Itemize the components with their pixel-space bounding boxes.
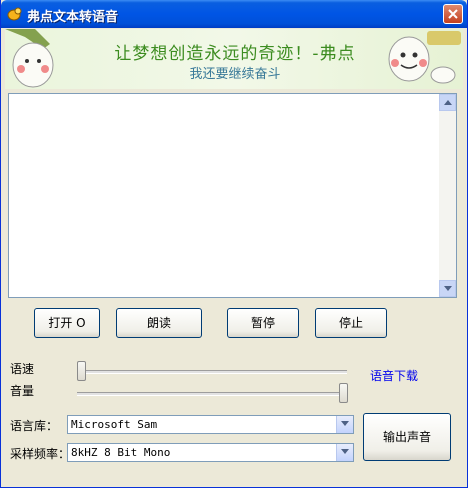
sample-rate-select[interactable]: 8kHZ 8 Bit Mono	[67, 443, 354, 462]
speed-slider-track[interactable]	[77, 370, 347, 374]
voice-library-label: 语言库：	[10, 419, 59, 433]
volume-slider-track[interactable]	[77, 392, 347, 396]
sample-rate-dropdown-button[interactable]	[336, 444, 353, 461]
close-icon	[448, 9, 458, 19]
sample-rate-label: 采样频率：	[10, 447, 71, 461]
voice-select-dropdown-button[interactable]	[336, 416, 353, 433]
title-bar[interactable]: 弗点文本转语音	[1, 0, 467, 28]
banner-slogan: 让梦想创造永远的奇迹！-弗点	[114, 44, 356, 64]
banner-image: 让梦想创造永远的奇迹！-弗点 我还要继续奋斗	[5, 29, 463, 89]
window-title: 弗点文本转语音	[27, 10, 119, 25]
read-button[interactable]: 朗读	[116, 308, 202, 338]
scroll-down-button[interactable]	[439, 280, 456, 297]
text-input[interactable]	[9, 94, 439, 297]
banner-subtitle: 我还要继续奋斗	[189, 67, 281, 82]
pause-button[interactable]: 暂停	[227, 308, 299, 338]
close-button[interactable]	[443, 4, 463, 24]
voice-select[interactable]: Microsoft Sam	[67, 415, 354, 434]
volume-label: 音量	[10, 384, 35, 398]
vertical-scrollbar[interactable]	[439, 94, 456, 297]
sample-rate-value: 8kHZ 8 Bit Mono	[71, 446, 171, 459]
arrow-up-icon	[444, 100, 452, 105]
open-button[interactable]: 打开 O	[34, 308, 100, 338]
output-sound-button[interactable]: 输出声音	[363, 413, 451, 461]
text-editor	[8, 93, 457, 298]
cartoon-right-icon	[388, 31, 461, 84]
chevron-down-icon	[341, 449, 349, 454]
stop-button[interactable]: 停止	[315, 308, 387, 338]
voice-select-value: Microsoft Sam	[71, 418, 158, 431]
speed-slider-thumb[interactable]	[77, 361, 86, 381]
scroll-up-button[interactable]	[439, 94, 456, 111]
chevron-down-icon	[341, 421, 349, 426]
cartoon-left-icon	[5, 29, 54, 88]
voice-download-link[interactable]: 语音下载	[370, 367, 418, 384]
app-window: 弗点文本转语音 让梦想创造永远的奇迹！-弗点 我还要继续奋斗 打开 O 朗读 暂…	[0, 0, 468, 488]
volume-slider-thumb[interactable]	[339, 383, 348, 403]
speed-label: 语速	[10, 362, 35, 376]
app-icon	[7, 7, 22, 21]
arrow-down-icon	[444, 286, 452, 291]
